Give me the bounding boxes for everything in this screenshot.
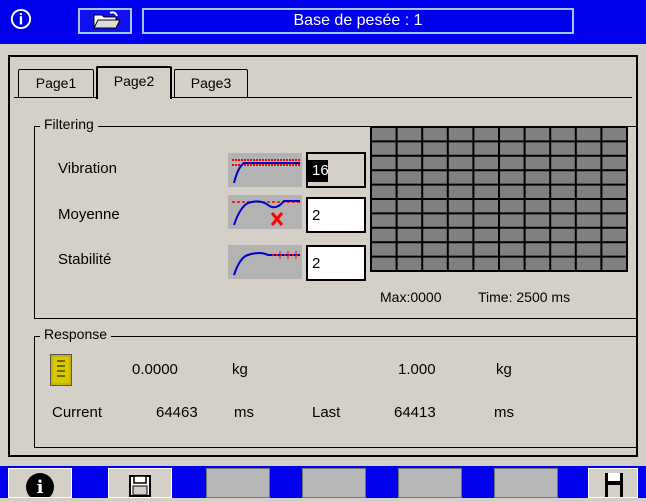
signal-grid-svg bbox=[370, 126, 628, 272]
open-folder-button[interactable] bbox=[78, 8, 132, 34]
tab-page1[interactable]: Page1 bbox=[18, 69, 94, 97]
function-button-3[interactable] bbox=[206, 468, 270, 498]
svg-text:i: i bbox=[37, 477, 44, 497]
vibration-filter-icon bbox=[228, 153, 302, 187]
stabilite-input[interactable] bbox=[306, 245, 366, 281]
floppy-disk-icon bbox=[605, 473, 623, 497]
last-label: Last bbox=[312, 404, 341, 421]
stabilite-label: Stabilité bbox=[58, 251, 112, 268]
response-value-2: 1.000 bbox=[398, 361, 436, 378]
response-group bbox=[34, 336, 638, 448]
signal-grid-chart bbox=[370, 126, 628, 272]
last-unit: ms bbox=[494, 404, 514, 421]
stabilite-filter-icon bbox=[228, 245, 302, 279]
person-icon[interactable]: 🛈 bbox=[8, 8, 34, 34]
moyenne-label: Moyenne bbox=[58, 206, 120, 223]
function-button-5[interactable] bbox=[398, 468, 462, 498]
title-bar: 🛈 Base de pesée : 1 bbox=[0, 0, 646, 44]
info-button[interactable]: i bbox=[8, 468, 72, 501]
vibration-label: Vibration bbox=[58, 160, 117, 177]
window-title: Base de pesée : 1 bbox=[142, 8, 574, 34]
response-unit-2: kg bbox=[496, 361, 512, 378]
function-button-6[interactable] bbox=[494, 468, 558, 498]
filtering-group-title: Filtering bbox=[40, 116, 98, 132]
folder-open-icon bbox=[93, 11, 121, 29]
tab-page3[interactable]: Page3 bbox=[174, 69, 248, 97]
current-value: 64463 bbox=[156, 404, 198, 421]
info-icon: i bbox=[26, 473, 54, 501]
save-icon bbox=[129, 475, 151, 497]
response-group-title: Response bbox=[40, 326, 112, 342]
moyenne-filter-icon bbox=[228, 195, 302, 229]
response-unit-1: kg bbox=[232, 361, 248, 378]
save-button[interactable] bbox=[108, 468, 172, 498]
function-button-4[interactable] bbox=[302, 468, 366, 498]
current-unit: ms bbox=[234, 404, 254, 421]
current-label: Current bbox=[52, 404, 103, 421]
response-value-1: 0.0000 bbox=[132, 361, 178, 378]
weight-sensor-icon bbox=[50, 354, 72, 386]
last-value: 64413 bbox=[394, 404, 436, 421]
vibration-input[interactable] bbox=[306, 152, 366, 188]
store-button[interactable] bbox=[588, 468, 638, 498]
chart-max-readout: Max:0000 bbox=[380, 289, 442, 305]
moyenne-input[interactable] bbox=[306, 197, 366, 233]
chart-time-readout: Time: 2500 ms bbox=[478, 289, 571, 305]
tab-page2[interactable]: Page2 bbox=[96, 66, 172, 99]
